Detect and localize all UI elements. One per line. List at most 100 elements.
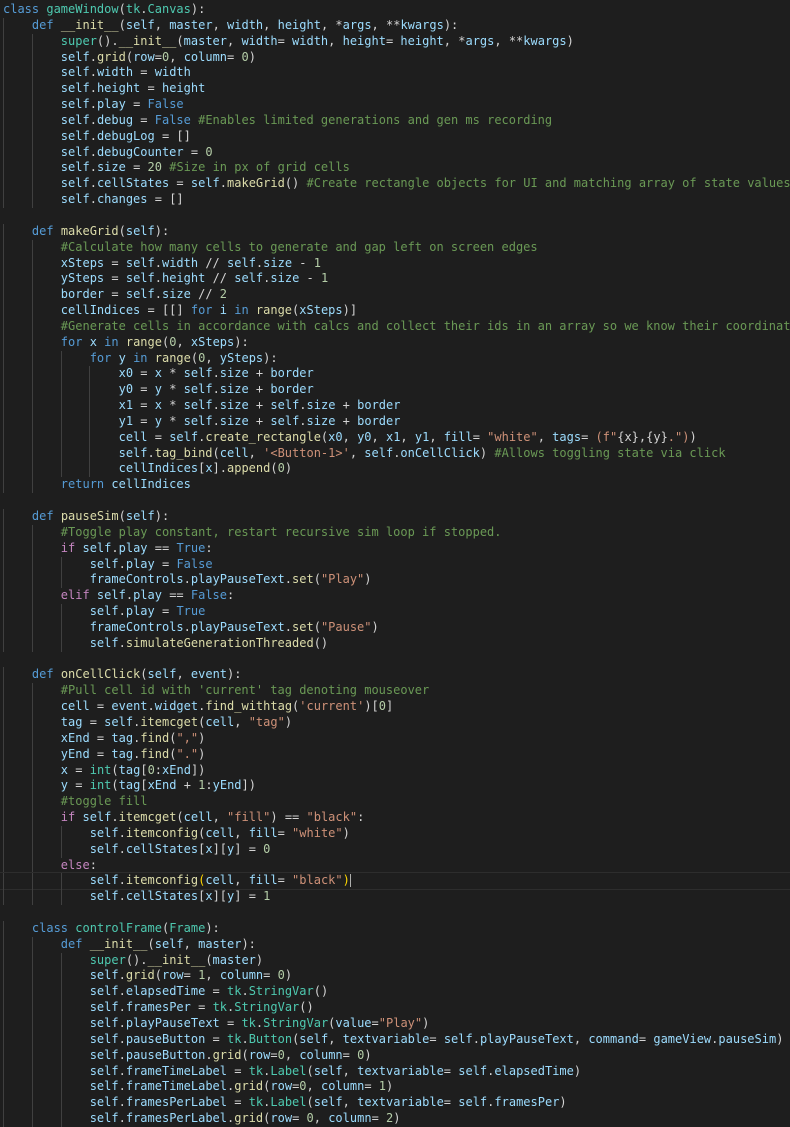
code-line[interactable]: def makeGrid(self): (0, 223, 790, 240)
code-line[interactable]: border = self.size // 2 (0, 287, 790, 304)
code-line[interactable]: x = int(tag[0:xEnd]) (0, 762, 790, 779)
code-line[interactable]: def __init__(self, master, width, height… (0, 17, 790, 34)
code-line[interactable]: self.play = False (0, 97, 790, 113)
code-token: self (89, 604, 119, 619)
code-line[interactable] (0, 493, 790, 509)
code-line[interactable]: for y in range(0, ySteps): (0, 350, 790, 367)
code-token: in (125, 350, 155, 365)
code-line[interactable]: self.debug = False #Enables limited gene… (0, 112, 790, 129)
code-line[interactable]: cell = self.create_rectangle(x0, y0, x1,… (0, 429, 790, 446)
code-token: = (371, 1111, 387, 1126)
code-line[interactable]: self.frameTimeLabel = tk.Label(self, tex… (0, 1063, 790, 1080)
code-line[interactable]: def __init__(self, master): (0, 936, 790, 953)
code-line[interactable]: tag = self.itemcget(cell, "tag") (0, 714, 790, 731)
code-token: = (190, 1000, 213, 1015)
code-line[interactable]: self.playPauseText = tk.StringVar(value=… (0, 1016, 790, 1032)
code-line[interactable]: cell = event.widget.find_withtag('curren… (0, 699, 790, 715)
code-line[interactable]: self.height = height (0, 81, 790, 98)
code-line[interactable]: #Pull cell id with 'current' tag denotin… (0, 683, 790, 700)
code-line[interactable]: return cellIndices (0, 477, 790, 494)
code-line[interactable]: self.itemconfig(cell, fill= "black") (0, 872, 790, 891)
code-token: 1 (263, 889, 271, 904)
code-line[interactable] (0, 905, 790, 921)
code-token: debugCounter (96, 144, 184, 159)
code-line[interactable]: xEnd = tag.find(",") (0, 730, 790, 747)
code-line[interactable] (0, 208, 790, 224)
code-line[interactable]: super().__init__(master, width= width, h… (0, 33, 790, 50)
code-line[interactable]: self.framesPer = tk.StringVar() (0, 1000, 790, 1016)
code-line[interactable]: self.grid(row= 1, column= 0) (0, 968, 790, 985)
indent-guide (3, 287, 4, 304)
code-line[interactable]: self.simulateGenerationThreaded() (0, 635, 790, 652)
code-line[interactable]: if self.play == True: (0, 540, 790, 557)
code-line[interactable]: frameControls.playPauseText.set("Pause") (0, 619, 790, 636)
code-token: ] = (234, 889, 264, 904)
code-token: ]) (190, 762, 206, 777)
code-token: self (299, 1031, 329, 1046)
code-token: . (118, 841, 126, 856)
code-line[interactable]: self.frameTimeLabel.grid(row=0, column= … (0, 1079, 790, 1096)
code-line[interactable]: self.changes = [] (0, 192, 790, 208)
code-line[interactable]: self.cellStates[x][y] = 0 (0, 841, 790, 858)
code-line[interactable]: self.play = True (0, 604, 790, 620)
code-line[interactable]: self.framesPerLabel = tk.Label(self, tex… (0, 1095, 790, 1112)
code-line[interactable]: self.pauseButton.grid(row=0, column= 0) (0, 1047, 790, 1064)
code-line[interactable]: ySteps = self.height // self.size - 1 (0, 271, 790, 288)
code-line[interactable]: y = int(tag[xEnd + 1:yEnd]) (0, 778, 790, 795)
code-token: def (31, 667, 61, 682)
code-line[interactable]: self.size = 20 #Size in px of grid cells (0, 160, 790, 177)
code-line[interactable]: self.debugCounter = 0 (0, 144, 790, 161)
code-line[interactable]: class controlFrame(Frame): (0, 920, 790, 937)
code-line[interactable]: self.tag_bind(cell, '<Button-1>', self.o… (0, 445, 790, 462)
code-token: size (306, 413, 336, 428)
code-line[interactable]: #Calculate how many cells to generate an… (0, 239, 790, 256)
indent-guide (31, 303, 33, 319)
code-line[interactable]: self.itemconfig(cell, fill= "white") (0, 825, 790, 842)
code-line[interactable]: def pauseSim(self): (0, 509, 790, 525)
code-line[interactable]: self.debugLog = [] (0, 128, 790, 145)
code-line[interactable]: self.cellStates = self.makeGrid() #Creat… (0, 176, 790, 193)
code-token: self (89, 1111, 119, 1126)
code-token: False (154, 112, 191, 127)
code-line[interactable]: #Generate cells in accordance with calcs… (0, 318, 790, 335)
code-line[interactable]: class gameWindow(tk.Canvas): (0, 2, 790, 18)
code-token: self (270, 413, 300, 428)
code-token: ( (176, 33, 184, 48)
code-line[interactable]: for x in range(0, xSteps): (0, 334, 790, 351)
code-line[interactable]: self.framesPerLabel.grid(row= 0, column=… (0, 1111, 790, 1127)
code-line[interactable]: xSteps = self.width // self.size - 1 (0, 255, 790, 272)
code-line[interactable]: elif self.play == False: (0, 588, 790, 605)
code-line[interactable]: if self.itemcget(cell, "fill") == "black… (0, 810, 790, 826)
code-line[interactable]: self.cellStates[x][y] = 1 (0, 889, 790, 906)
indent-guide (31, 936, 33, 953)
code-line[interactable]: self.pauseButton = tk.Button(self, textv… (0, 1031, 790, 1048)
code-line[interactable]: frameControls.playPauseText.set("Play") (0, 572, 790, 589)
code-line[interactable]: def onCellClick(self, event): (0, 667, 790, 684)
code-token: . (118, 1079, 126, 1094)
code-line[interactable]: x0 = x * self.size + border (0, 366, 790, 383)
code-line[interactable] (0, 652, 790, 668)
code-token: y1 (118, 413, 134, 428)
code-line[interactable]: else: (0, 857, 790, 874)
code-editor[interactable]: class gameWindow(tk.Canvas): def __init_… (0, 0, 790, 1127)
indent-guide (31, 762, 33, 779)
code-line[interactable]: y1 = y * self.size + self.size + border (0, 413, 790, 430)
code-line[interactable]: #toggle fill (0, 794, 790, 811)
code-line[interactable]: self.grid(row=0, column= 0) (0, 49, 790, 66)
code-line[interactable]: super().__init__(master) (0, 952, 790, 969)
code-line[interactable]: x1 = x * self.size + self.size + border (0, 398, 790, 414)
code-line[interactable]: yEnd = tag.find(".") (0, 746, 790, 763)
code-line[interactable]: #Toggle play constant, restart recursive… (0, 524, 790, 541)
code-line[interactable]: self.play = False (0, 556, 790, 573)
code-line[interactable]: self.elapsedTime = tk.StringVar() (0, 984, 790, 1001)
indent-guide (3, 920, 4, 937)
code-line[interactable]: cellIndices = [[] for i in range(xSteps)… (0, 303, 790, 319)
code-token: row (270, 1079, 293, 1094)
code-token: frameTimeLabel (125, 1079, 227, 1094)
code-line[interactable]: y0 = y * self.size + border (0, 382, 790, 399)
indent-guide (31, 65, 33, 82)
code-line[interactable]: cellIndices[x].append(0) (0, 461, 790, 478)
code-line[interactable]: self.width = width (0, 65, 790, 82)
